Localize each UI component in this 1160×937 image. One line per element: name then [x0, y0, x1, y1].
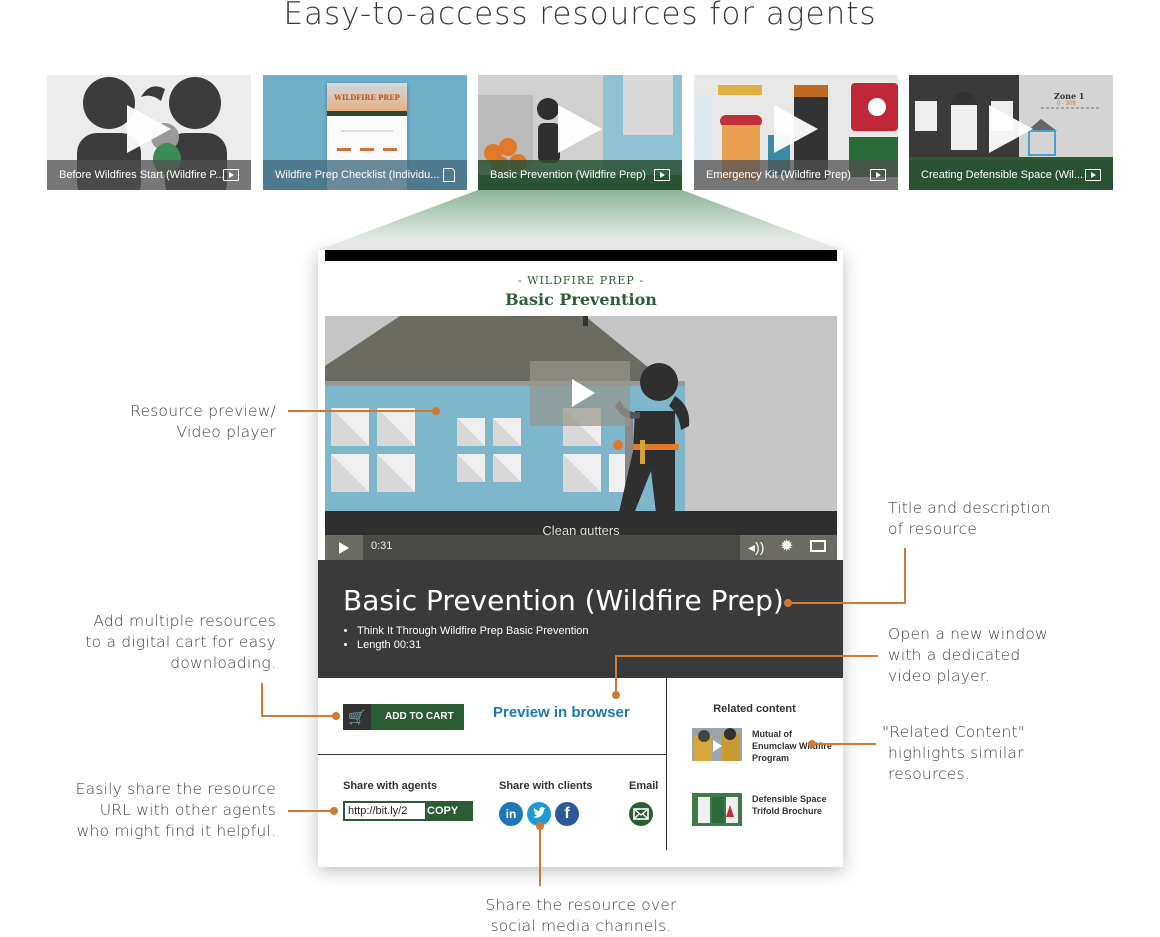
annotation-share-url: Easily share the resource URL with other … — [75, 780, 276, 840]
annotation-title: Title and description of resource — [888, 499, 1051, 538]
annotation-open-window: Open a new window with a dedicated video p… — [888, 625, 1048, 685]
annotation-social: Share the resource over social media chan… — [485, 896, 677, 935]
annotation-related: "Related Content" highlights similar resou… — [882, 723, 1026, 783]
annotation-preview: Resource preview/Video player — [130, 402, 276, 441]
annotation-cart: Add multiple resources to a digital cart … — [85, 612, 276, 672]
